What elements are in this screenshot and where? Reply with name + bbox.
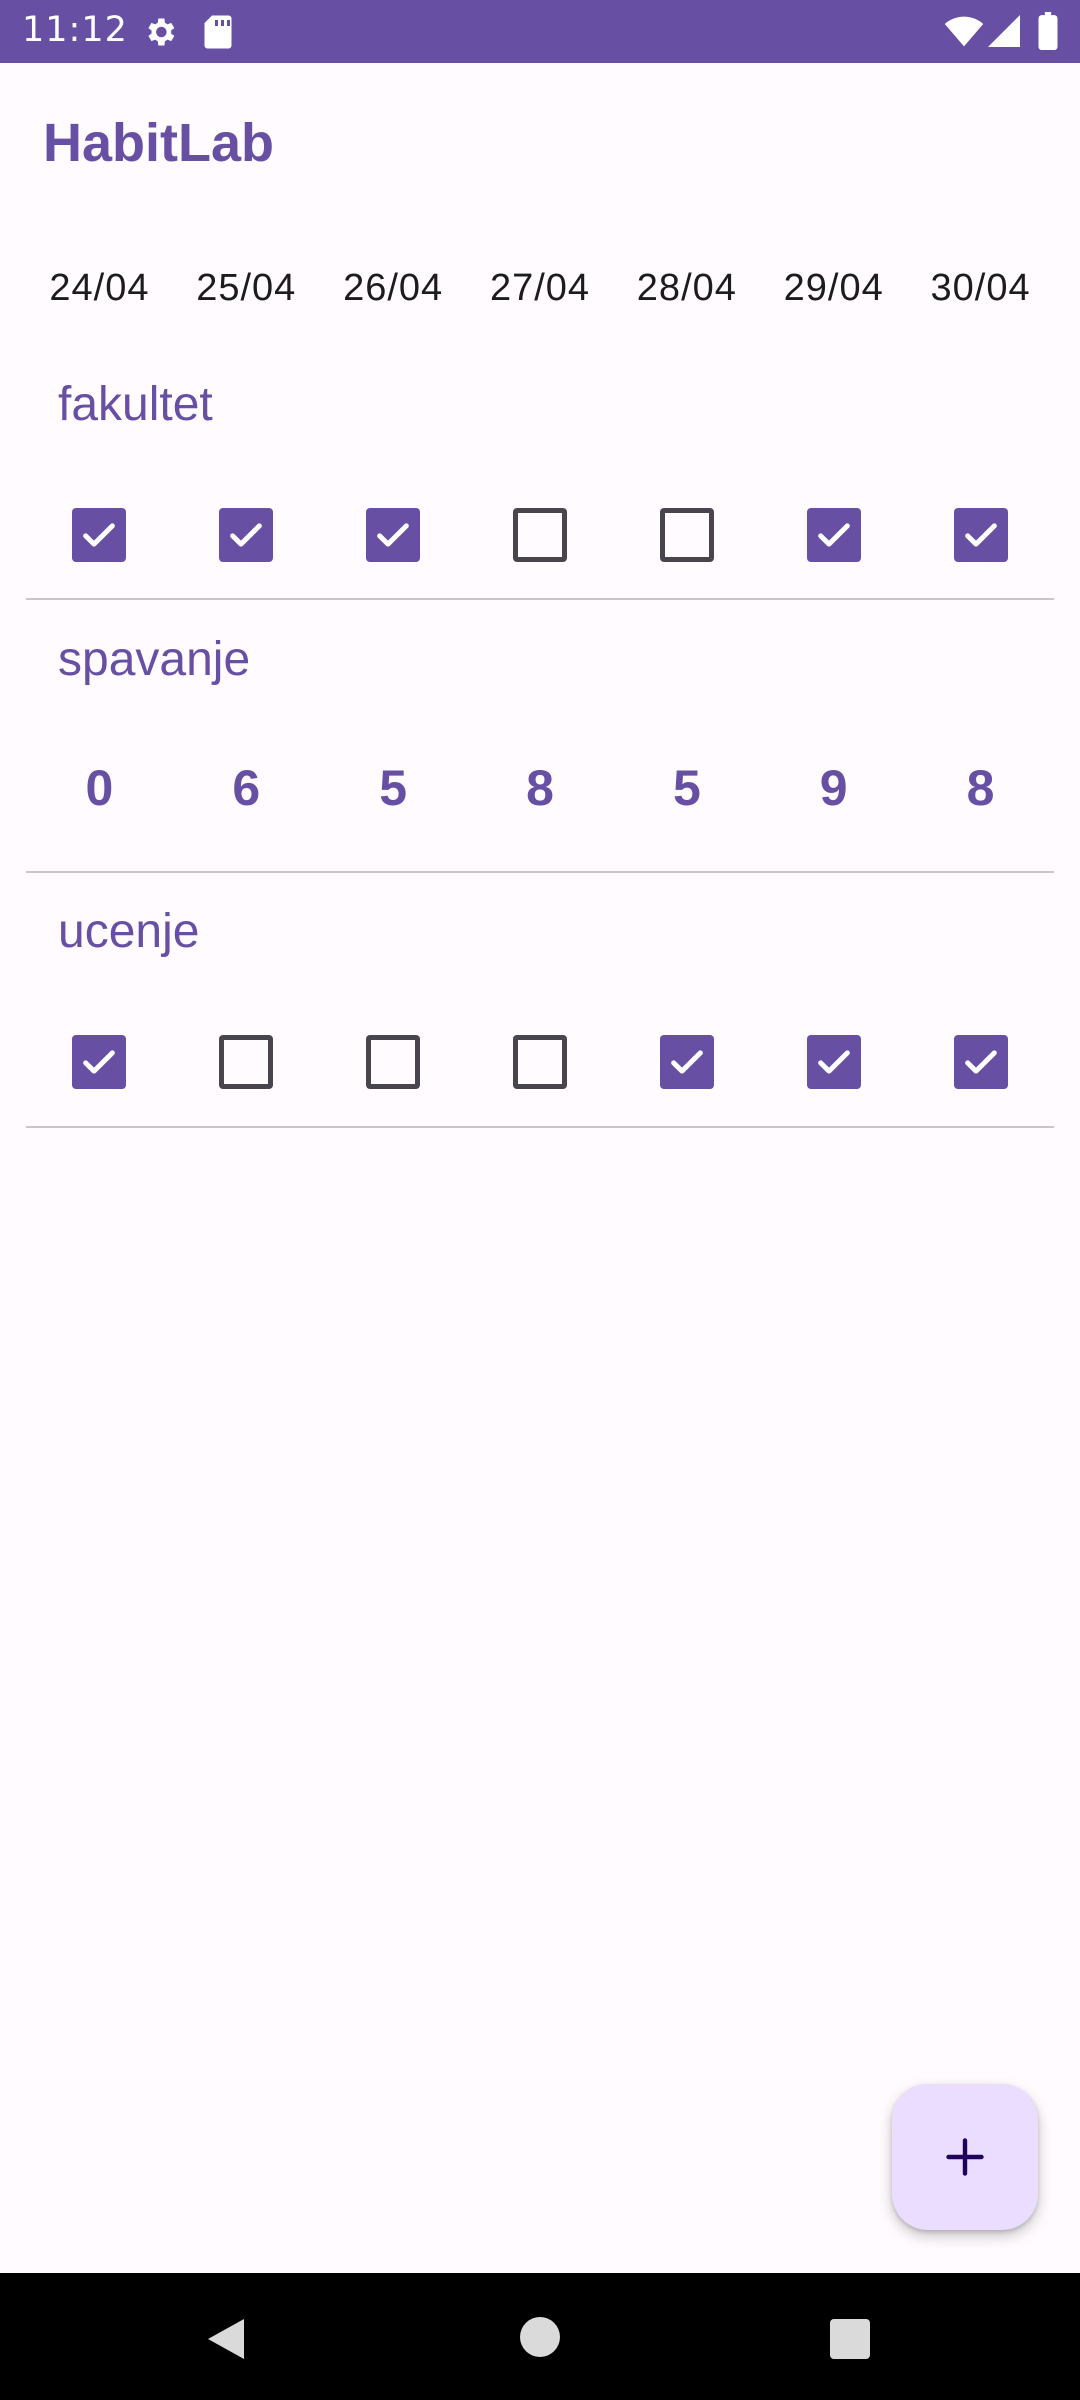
habit-value[interactable]: 8 bbox=[967, 748, 995, 828]
check-icon bbox=[83, 1050, 116, 1074]
habit-card-ucenje[interactable]: ucenje bbox=[26, 874, 1054, 1128]
habit-value[interactable]: 5 bbox=[673, 748, 701, 828]
wifi-icon bbox=[944, 16, 984, 52]
check-icon bbox=[671, 1050, 703, 1074]
date-label: 24/04 bbox=[49, 267, 150, 309]
habit-name: ucenje bbox=[58, 905, 200, 958]
checkbox-unchecked[interactable] bbox=[512, 1035, 567, 1089]
date-label: 28/04 bbox=[636, 267, 737, 309]
check-icon bbox=[817, 1050, 850, 1074]
checkbox-checked[interactable] bbox=[72, 508, 127, 562]
date-label: 27/04 bbox=[489, 267, 591, 309]
habit-value[interactable]: 6 bbox=[232, 748, 260, 828]
check-icon bbox=[817, 523, 850, 547]
habit-name: fakultet bbox=[58, 378, 213, 431]
checkbox-checked[interactable] bbox=[953, 1035, 1008, 1089]
habit-value[interactable]: 5 bbox=[379, 748, 407, 828]
signal-icon bbox=[988, 14, 1020, 52]
habit-checkbox-row bbox=[26, 1022, 1054, 1102]
habit-name: spavanje bbox=[58, 633, 251, 686]
status-bar: 11:12 bbox=[0, 0, 1080, 63]
habit-value[interactable]: 0 bbox=[86, 748, 114, 828]
checkbox-checked[interactable] bbox=[366, 508, 421, 562]
date-label: 29/04 bbox=[783, 267, 884, 309]
checkbox-checked[interactable] bbox=[219, 508, 274, 562]
check-icon bbox=[377, 523, 409, 547]
checkbox-unchecked[interactable] bbox=[219, 1035, 274, 1089]
back-icon[interactable] bbox=[204, 2317, 248, 2365]
battery-icon bbox=[1038, 12, 1058, 54]
add-habit-button[interactable] bbox=[892, 2084, 1038, 2230]
habit-value[interactable]: 9 bbox=[820, 748, 848, 828]
check-icon bbox=[964, 523, 997, 547]
habit-card-spavanje[interactable]: spavanje 0 6 5 8 5 9 8 bbox=[26, 602, 1054, 873]
home-icon[interactable] bbox=[520, 2317, 560, 2361]
checkbox-checked[interactable] bbox=[953, 508, 1008, 562]
dates-header-row: 24/04 25/04 26/04 27/04 28/04 29/04 30/0… bbox=[26, 258, 1054, 318]
check-icon bbox=[230, 523, 263, 547]
habit-checkbox-row bbox=[26, 495, 1054, 575]
sd-card-icon bbox=[202, 14, 234, 54]
app-title: HabitLab bbox=[43, 113, 275, 173]
habit-card-fakultet[interactable]: fakultet bbox=[26, 355, 1054, 600]
checkbox-checked[interactable] bbox=[72, 1035, 127, 1089]
checkbox-unchecked[interactable] bbox=[366, 1035, 421, 1089]
navigation-bar bbox=[0, 2273, 1080, 2400]
date-label: 30/04 bbox=[930, 267, 1031, 309]
checkbox-unchecked[interactable] bbox=[512, 508, 567, 562]
date-label: 26/04 bbox=[343, 267, 444, 309]
check-icon bbox=[83, 523, 116, 547]
recents-icon[interactable] bbox=[830, 2319, 870, 2363]
check-icon bbox=[964, 1050, 997, 1074]
habit-value[interactable]: 8 bbox=[526, 748, 554, 828]
habit-number-row: 0 6 5 8 5 9 8 bbox=[26, 748, 1054, 828]
settings-icon bbox=[142, 14, 178, 54]
checkbox-checked[interactable] bbox=[659, 1035, 714, 1089]
checkbox-checked[interactable] bbox=[806, 508, 861, 562]
status-time: 11:12 bbox=[22, 10, 128, 50]
plus-icon bbox=[946, 2138, 984, 2176]
checkbox-checked[interactable] bbox=[806, 1035, 861, 1089]
checkbox-unchecked[interactable] bbox=[659, 508, 714, 562]
date-label: 25/04 bbox=[196, 267, 297, 309]
